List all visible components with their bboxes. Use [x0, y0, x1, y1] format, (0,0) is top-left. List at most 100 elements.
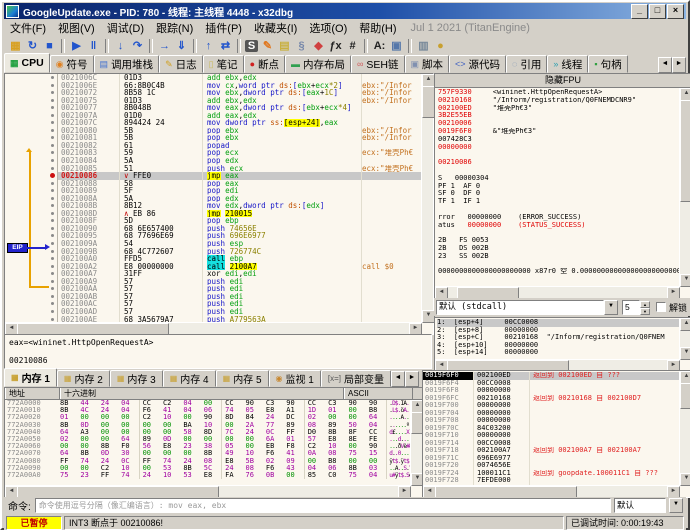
- row-dot[interactable]: [51, 250, 54, 253]
- unlock-checkbox[interactable]: [656, 302, 666, 312]
- disasm-gutter[interactable]: [5, 300, 58, 308]
- disasm-gutter[interactable]: [5, 104, 58, 112]
- breakpoint-dot[interactable]: [50, 173, 55, 178]
- tab-script[interactable]: ▣脚本: [405, 55, 450, 73]
- disasm-gutter[interactable]: [5, 89, 58, 97]
- menu-item-2[interactable]: 调试(D): [101, 19, 150, 37]
- registers-hscrollbar[interactable]: ◄ ►: [435, 286, 680, 298]
- row-dot[interactable]: [51, 189, 54, 192]
- stack-row[interactable]: 0019F6F400CC0008: [423, 380, 680, 388]
- row-dot[interactable]: [51, 84, 54, 87]
- row-dot[interactable]: [51, 227, 54, 230]
- row-dot[interactable]: [51, 287, 54, 290]
- step-into-icon[interactable]: ↓: [112, 38, 129, 54]
- disasm-gutter[interactable]: [5, 278, 58, 286]
- disasm-gutter[interactable]: [5, 127, 58, 135]
- settings-icon[interactable]: ▣: [388, 38, 405, 54]
- disasm-gutter[interactable]: [5, 210, 58, 218]
- row-dot[interactable]: [51, 310, 54, 313]
- stack-vscrollbar[interactable]: ▲ ▼: [679, 371, 690, 486]
- register-row[interactable]: 00210168 "/Inform/registration/Q0FNEMDCN…: [438, 97, 680, 105]
- row-dot[interactable]: [51, 167, 54, 170]
- stack-row[interactable]: 0019F70000000000: [423, 402, 680, 410]
- paperclip-icon[interactable]: §: [293, 38, 310, 54]
- row-dot[interactable]: [51, 159, 54, 162]
- dump-tabs-scroll-right-icon[interactable]: ►: [405, 371, 419, 387]
- register-row[interactable]: 2B FS 0053: [438, 237, 680, 245]
- register-row[interactable]: 007428C3: [438, 136, 680, 144]
- register-row[interactable]: PF 1 AF 0: [438, 183, 680, 191]
- disasm-gutter[interactable]: [5, 202, 58, 210]
- dump-tab-memory-4[interactable]: ▦内存 4: [163, 370, 216, 387]
- disasm-gutter[interactable]: [5, 187, 58, 195]
- menu-item-6[interactable]: 选项(O): [303, 19, 353, 37]
- hex-dump-panel[interactable]: 地址十六进制ASCII 772A00008B442404CCC20400CC90…: [4, 387, 423, 498]
- tab-threads[interactable]: »线程: [547, 55, 588, 73]
- dump-tab-memory-3[interactable]: ▦内存 3: [110, 370, 163, 387]
- disasm-gutter[interactable]: [5, 195, 58, 203]
- disasm-gutter[interactable]: [5, 172, 58, 180]
- command-profile-select[interactable]: 默认: [614, 498, 666, 513]
- dump-tab-watch-1[interactable]: ◉监视 1: [269, 370, 321, 387]
- register-row[interactable]: [438, 167, 680, 175]
- stop-icon[interactable]: ■: [41, 38, 58, 54]
- register-row[interactable]: rror 00000000 (ERROR_SUCCESS): [438, 214, 680, 222]
- hash-icon[interactable]: #: [344, 38, 361, 54]
- stack-row[interactable]: 0019F7287EFDE000: [423, 477, 680, 485]
- register-row[interactable]: [438, 229, 680, 237]
- dump-vscrollbar[interactable]: ▲ ▼: [410, 400, 422, 486]
- row-dot[interactable]: [51, 197, 54, 200]
- dump-tab-memory-1[interactable]: ▦内存 1: [4, 368, 57, 387]
- tabs-scroll-right-icon[interactable]: ►: [672, 57, 686, 73]
- stack-row[interactable]: 0019F6F800000000: [423, 387, 680, 395]
- scroll-thumb[interactable]: [680, 383, 690, 409]
- row-dot[interactable]: [51, 242, 54, 245]
- dump-tab-memory-5[interactable]: ▦内存 5: [216, 370, 269, 387]
- tab-log[interactable]: ✎日志: [159, 55, 203, 73]
- row-dot[interactable]: [51, 136, 54, 139]
- run-icon[interactable]: ▶: [68, 38, 85, 54]
- scroll-down-icon[interactable]: ▼: [680, 274, 690, 287]
- hide-fpu-button[interactable]: 隐藏FPU: [435, 74, 690, 88]
- stack-row[interactable]: 0019F70C84C03200: [423, 425, 680, 433]
- stack-row[interactable]: 0019F71400CC0008: [423, 440, 680, 448]
- menu-item-3[interactable]: 跟踪(N): [150, 19, 199, 37]
- stack-row[interactable]: 0019F71000000000: [423, 432, 680, 440]
- stack-row[interactable]: 0019F70400000000: [423, 410, 680, 418]
- disasm-gutter[interactable]: [5, 134, 58, 142]
- argument-row[interactable]: 5: [esp+14] 00000000: [437, 349, 680, 357]
- tab-symbols[interactable]: ◉符号: [50, 55, 94, 73]
- run-to-user-icon[interactable]: →: [156, 38, 173, 54]
- args-vscrollbar[interactable]: ▲ ▼: [679, 318, 690, 360]
- open-file-icon[interactable]: ▦: [7, 38, 24, 54]
- register-row[interactable]: 757F9330 <wininet.HttpOpenRequestA>: [438, 89, 680, 97]
- registers-panel[interactable]: 隐藏FPU 757F9330 <wininet.HttpOpenRequestA…: [434, 73, 690, 299]
- convention-dropdown-icon[interactable]: ▼: [604, 300, 618, 315]
- register-row[interactable]: 002100ED "堆壳Ph€3": [438, 105, 680, 113]
- scroll-down-icon[interactable]: ▼: [680, 473, 690, 486]
- stack-row[interactable]: 0019F7200074656E: [423, 462, 680, 470]
- arg-count-field[interactable]: 5: [622, 300, 640, 315]
- menu-item-7[interactable]: 帮助(H): [353, 19, 402, 37]
- stack-row[interactable]: 0019F70800000000: [423, 417, 680, 425]
- tab-callstack[interactable]: ▤调用堆栈: [94, 55, 160, 73]
- register-row[interactable]: 0000000000000000000000 x87r0 空 0.0000000…: [438, 268, 680, 276]
- disasm-gutter[interactable]: [5, 217, 58, 225]
- registers-vscrollbar[interactable]: ▲ ▼: [679, 88, 690, 287]
- register-row[interactable]: [438, 206, 680, 214]
- row-dot[interactable]: [51, 151, 54, 154]
- tab-handles[interactable]: ▪句柄: [588, 55, 627, 73]
- scroll-thumb[interactable]: [680, 100, 690, 202]
- row-dot[interactable]: [51, 234, 54, 237]
- disasm-gutter[interactable]: [5, 119, 58, 127]
- disasm-vscrollbar[interactable]: ▲ ▼: [421, 74, 433, 323]
- row-dot[interactable]: [51, 91, 54, 94]
- calling-convention-select[interactable]: 默认 (stdcall): [436, 300, 604, 315]
- dump-row[interactable]: 772A00A07523FF74241053E8FA760B0085C07504…: [5, 472, 411, 479]
- bulb-icon[interactable]: ●: [432, 38, 449, 54]
- register-row[interactable]: atus 00000000 (STATUS_SUCCESS): [438, 222, 680, 230]
- log-icon[interactable]: S: [245, 40, 258, 52]
- row-dot[interactable]: [51, 182, 54, 185]
- row-dot[interactable]: [51, 265, 54, 268]
- arguments-panel[interactable]: 1: [esp+4] 00CC00082: [esp+8] 000000003:…: [434, 317, 690, 372]
